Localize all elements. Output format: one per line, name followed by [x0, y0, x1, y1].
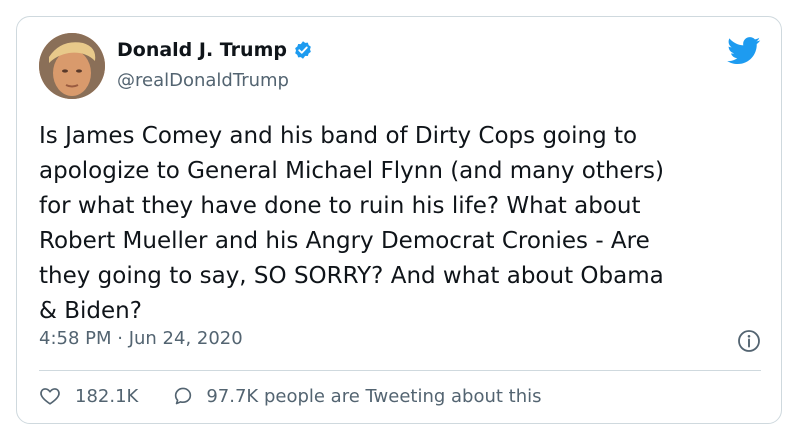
heart-icon [40, 388, 60, 405]
like-count: 182.1K [75, 385, 139, 407]
info-icon[interactable] [737, 329, 761, 353]
twitter-bird-icon[interactable] [727, 37, 761, 65]
author-name[interactable]: Donald J. Trump [117, 39, 287, 61]
avatar-image [39, 33, 105, 99]
avatar[interactable] [39, 33, 105, 99]
tweet-text: Is James Comey and his band of Dirty Cop… [39, 123, 664, 324]
tweet-actions: 182.1K 97.7K people are Tweeting about t… [39, 385, 542, 407]
speech-bubble-icon [175, 387, 192, 405]
author-name-row: Donald J. Trump [117, 39, 313, 61]
verified-badge-icon [295, 41, 311, 59]
tweet-timestamp[interactable]: 4:58 PM · Jun 24, 2020 [39, 328, 243, 349]
tweet-card: Donald J. Trump @realDonaldTrump Is Jame… [16, 16, 782, 424]
talking-count: 97.7K people are Tweeting about this [206, 385, 542, 407]
divider [39, 370, 761, 371]
like-button[interactable]: 182.1K [39, 385, 138, 407]
talking-button[interactable]: 97.7K people are Tweeting about this [172, 385, 542, 407]
author-handle[interactable]: @realDonaldTrump [117, 70, 289, 91]
